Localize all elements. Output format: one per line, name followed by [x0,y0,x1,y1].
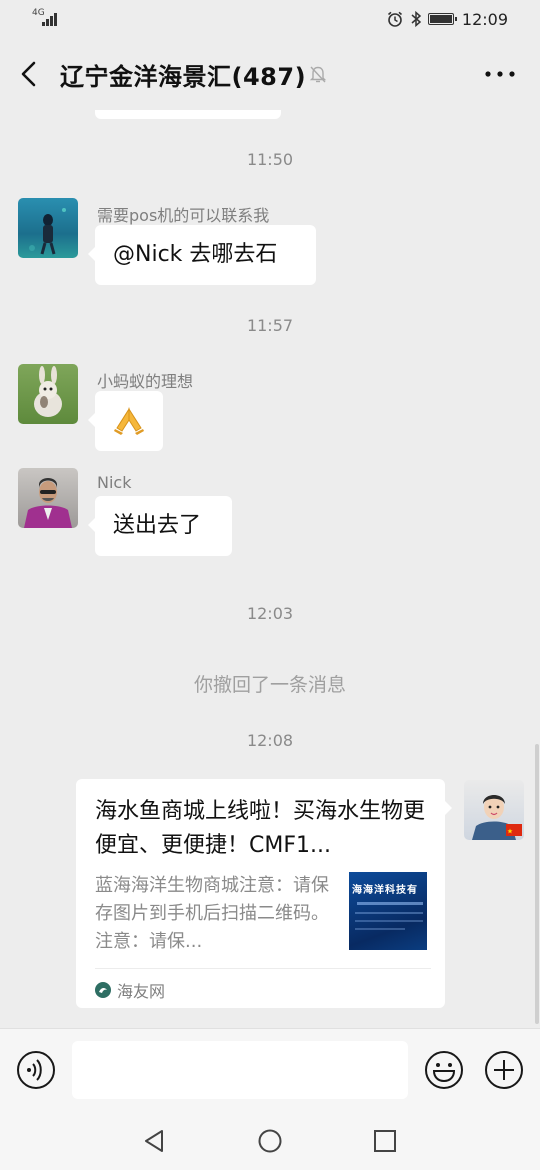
link-card-description: 蓝海海洋生物商城注意：请保存图片到手机后扫描二维码。注意：请保... [95,875,329,952]
nav-back-icon[interactable] [142,1128,168,1154]
source-logo-icon [95,982,111,998]
scrollbar[interactable] [535,744,539,1024]
avatar[interactable] [18,364,78,424]
bluetooth-icon [411,10,422,28]
sender-name: Nick [97,473,132,492]
more-options-icon[interactable] [484,66,516,82]
timestamp: 12:03 [246,604,294,623]
avatar[interactable] [464,780,524,840]
link-card-thumbnail: 海海洋科技有 [349,872,427,950]
link-card[interactable]: 海水鱼商城上线啦！买海水生物更便宜、更便捷！CMF1... 蓝海海洋生物商城注意… [76,779,452,1008]
timestamp: 11:57 [246,316,294,335]
link-card-title: 海水鱼商城上线啦！买海水生物更便宜、更便捷！CMF1... [95,799,426,858]
input-bar [0,1028,540,1113]
recall-notice: 你撤回了一条消息 [193,674,346,696]
signal-icon [42,12,60,26]
praying-hands-emoji [114,407,144,435]
nav-home-icon[interactable] [257,1128,283,1154]
message-list[interactable]: 11:50 需要pos机的可以联系我 @Nick 去哪去石 11:57 小蚂蚁的… [0,110,540,1028]
timestamp: 12:08 [246,731,294,750]
chat-header: 辽宁金洋海景汇(487) [0,38,540,110]
status-time: 12:09 [461,9,508,29]
thumbnail-text: 海海洋科技有 [352,885,418,896]
emoji-icon[interactable] [424,1050,464,1090]
timestamp: 11:50 [246,150,294,169]
source-name: 海友网 [117,982,166,1001]
muted-bell-icon [309,66,327,83]
china-flag-icon [506,824,522,836]
back-arrow-icon[interactable] [14,58,46,90]
add-more-icon[interactable] [484,1050,524,1090]
divider [95,968,431,969]
alarm-icon [387,11,402,27]
message-input[interactable] [72,1041,408,1099]
system-nav-bar [0,1112,540,1170]
message-bubble[interactable]: 送出去了 [88,496,232,556]
battery-icon [427,13,457,25]
message-bubble[interactable] [88,391,163,451]
sender-name: 小蚂蚁的理想 [97,372,194,391]
status-bar: 4G 12:09 [0,0,540,38]
avatar[interactable] [18,198,78,258]
message-bubble[interactable]: @Nick 去哪去石 [88,225,316,285]
previous-message-bubble[interactable] [95,110,281,119]
link-card-source: 海友网 [95,979,165,1001]
chat-title[interactable]: 辽宁金洋海景汇(487) [60,57,306,92]
avatar[interactable] [18,468,78,528]
sender-name: 需要pos机的可以联系我 [97,206,270,225]
voice-input-icon[interactable] [16,1050,56,1090]
nav-recents-icon[interactable] [372,1128,398,1154]
